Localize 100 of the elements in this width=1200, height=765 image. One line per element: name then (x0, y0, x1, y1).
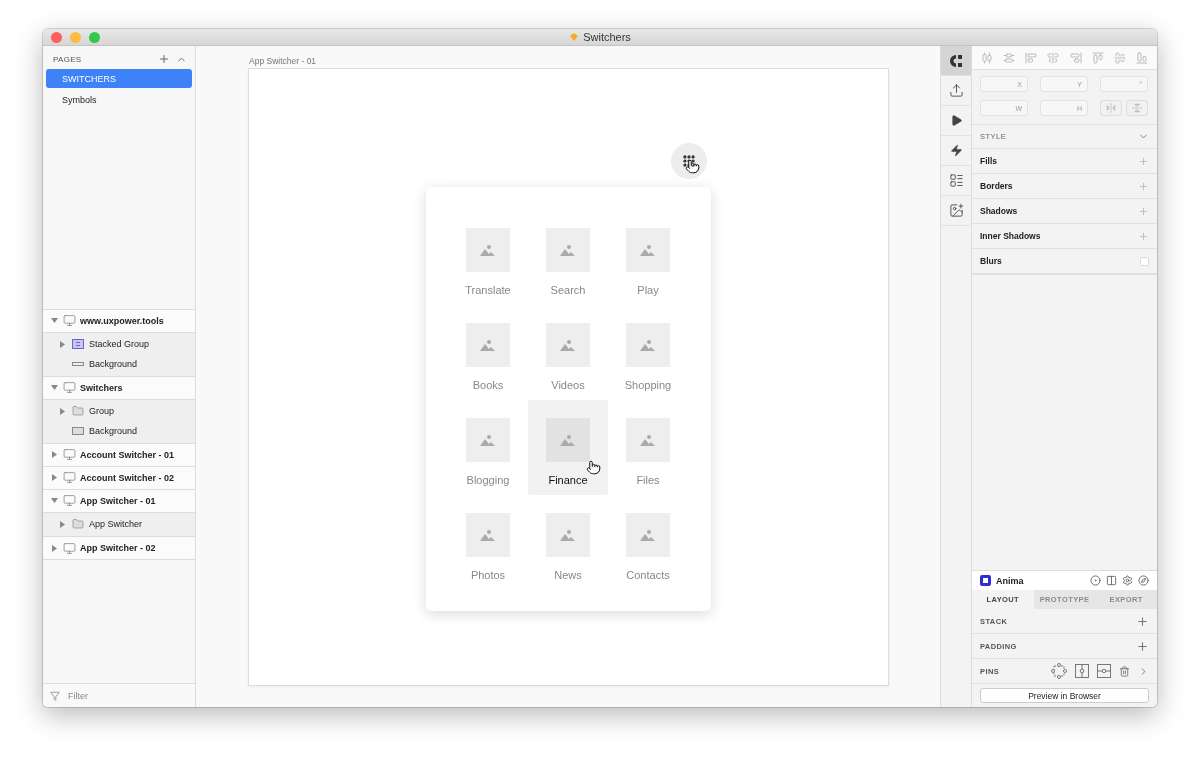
expanded-triangle-icon[interactable] (49, 384, 59, 391)
preview-button[interactable]: Preview in Browser (980, 688, 1149, 703)
artboard-layer-row[interactable]: App Switcher - 01 (43, 489, 195, 513)
pin-horizontal-icon[interactable] (1097, 664, 1111, 678)
style-row[interactable]: Borders (972, 174, 1157, 199)
flip-icon (1106, 103, 1116, 113)
app-tile[interactable]: Finance (528, 400, 608, 495)
add-icon[interactable] (1138, 230, 1149, 242)
app-tile[interactable]: Play (608, 210, 688, 305)
settings-icon[interactable] (1122, 575, 1133, 586)
inspector-tab[interactable] (941, 46, 971, 76)
artboard-layer-row[interactable]: Account Switcher - 01 (43, 443, 195, 467)
line-shape-icon (72, 361, 84, 366)
image-placeholder-icon (466, 228, 510, 272)
add-icon[interactable] (1136, 614, 1149, 628)
layer-name: Background (89, 425, 138, 436)
layer-name: App Switcher - 01 (80, 495, 156, 506)
upload-icon (948, 83, 964, 98)
compass-icon[interactable] (1138, 575, 1149, 586)
add-icon[interactable] (1138, 155, 1149, 167)
layer-name: Account Switcher - 02 (80, 472, 175, 483)
expanded-triangle-icon[interactable] (49, 497, 59, 504)
play-icon (949, 114, 963, 127)
image-placeholder-icon (546, 513, 590, 557)
plugin-title: Anima (996, 575, 1025, 586)
image-placeholder-icon (626, 228, 670, 272)
app-label: Files (636, 474, 660, 486)
app-tile[interactable]: Files (608, 400, 688, 495)
align-right-icon[interactable] (1069, 51, 1082, 64)
half-circle-logo-icon (949, 53, 963, 68)
image-placeholder-icon (466, 418, 510, 462)
style-label: Blurs (980, 256, 1003, 266)
trash-icon[interactable] (1119, 665, 1130, 677)
collapsed-triangle-icon[interactable] (57, 407, 67, 415)
artboard-layer-row[interactable]: Account Switcher - 02 (43, 466, 195, 490)
app-tile[interactable]: Videos (528, 305, 608, 400)
distribute-vertical-icon[interactable] (1003, 51, 1016, 64)
collapsed-triangle-icon[interactable] (49, 544, 59, 552)
align-bottom-icon[interactable] (1135, 51, 1148, 64)
folder-icon (72, 405, 84, 418)
artboard-icon (63, 448, 76, 461)
collapsed-triangle-icon[interactable] (49, 451, 59, 458)
pins-all-icon[interactable] (1051, 663, 1067, 679)
artboard-title: App Switcher - 01 (249, 56, 317, 66)
collapsed-triangle-icon[interactable] (57, 340, 67, 348)
app-tile[interactable]: Blogging (448, 400, 528, 495)
app-grid-button[interactable] (671, 143, 707, 179)
page-item[interactable]: SWITCHERS (46, 69, 192, 88)
add-icon[interactable] (1138, 180, 1149, 192)
align-middle-icon[interactable] (1113, 51, 1126, 64)
style-row[interactable]: Shadows (972, 199, 1157, 224)
layer-name: Group (89, 406, 114, 417)
filter-field[interactable]: Filter (66, 689, 176, 702)
app-tile[interactable]: Photos (448, 495, 528, 590)
window-title: Switchers (583, 31, 631, 43)
target-icon[interactable] (1090, 575, 1101, 586)
stack-group-icon (72, 339, 84, 350)
hand-cursor-icon (586, 460, 601, 475)
square-logo-icon (980, 575, 991, 586)
image-placeholder-icon (466, 513, 510, 557)
app-tile[interactable]: Translate (448, 210, 528, 305)
artboard-layer-row[interactable]: www.uxpower.tools (43, 309, 195, 333)
zoom-button[interactable] (89, 31, 100, 43)
distribute-horizontal-icon[interactable] (981, 51, 994, 64)
align-center-icon[interactable] (1047, 51, 1060, 64)
checkbox[interactable] (1140, 256, 1149, 266)
style-label: Inner Shadows (980, 231, 1042, 241)
app-label: Photos (470, 569, 506, 581)
expanded-triangle-icon[interactable] (49, 317, 59, 324)
artboard-layer-row[interactable]: Switchers (43, 376, 195, 400)
layer-name: Background (89, 358, 138, 369)
image-placeholder-icon (546, 418, 590, 462)
style-label: Shadows (980, 206, 1019, 216)
rectangle-icon (72, 426, 84, 435)
collapsed-triangle-icon[interactable] (57, 520, 67, 528)
pin-vertical-icon[interactable] (1075, 664, 1089, 678)
artboard-icon (63, 471, 76, 484)
page-item[interactable]: Symbols (46, 90, 192, 109)
app-label: Shopping (624, 379, 672, 391)
style-row[interactable]: Fills (972, 149, 1157, 174)
style-row[interactable]: Blurs (972, 249, 1157, 274)
add-icon[interactable] (1136, 639, 1149, 653)
app-tile[interactable]: Search (528, 210, 608, 305)
app-tile[interactable]: Books (448, 305, 528, 400)
align-top-icon[interactable] (1091, 51, 1104, 64)
collapsed-triangle-icon[interactable] (49, 474, 59, 481)
style-row[interactable]: Inner Shadows (972, 224, 1157, 249)
image-placeholder-icon (626, 418, 670, 462)
close-button[interactable] (51, 31, 62, 43)
align-left-icon[interactable] (1025, 51, 1038, 64)
layer-name: App Switcher (89, 519, 143, 530)
style-label: Fills (980, 156, 998, 166)
columns-icon[interactable] (1106, 575, 1117, 586)
app-tile[interactable]: Shopping (608, 305, 688, 400)
app-tile[interactable]: News (528, 495, 608, 590)
document-icon (569, 32, 580, 42)
app-tile[interactable]: Contacts (608, 495, 688, 590)
add-icon[interactable] (158, 53, 170, 65)
add-icon[interactable] (1138, 205, 1149, 217)
artboard-layer-row[interactable]: App Switcher - 02 (43, 537, 195, 560)
